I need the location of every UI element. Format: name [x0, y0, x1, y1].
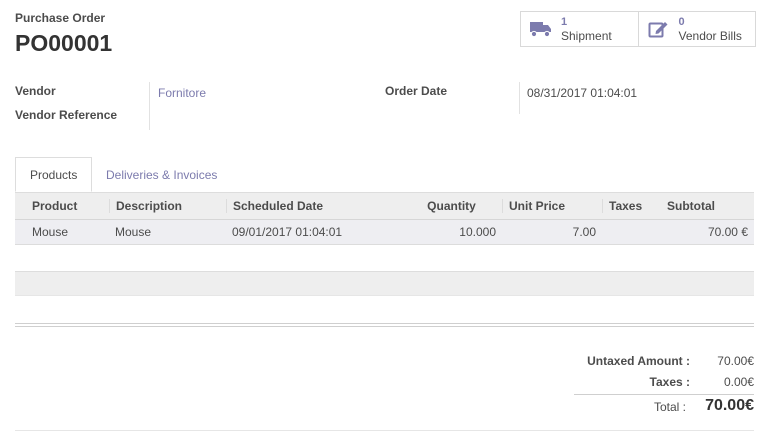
- order-date-label: Order Date: [385, 84, 448, 98]
- tab-deliveries-invoices[interactable]: Deliveries & Invoices: [92, 157, 231, 192]
- field-divider: [519, 82, 520, 114]
- totals-divider: [574, 394, 754, 395]
- shipment-count: 1: [561, 16, 568, 28]
- table-footer-bar: [15, 271, 754, 296]
- total-label: Total :: [654, 400, 687, 414]
- truck-icon: [529, 17, 553, 41]
- cell-unit-price: 7.00: [572, 225, 596, 239]
- vendor-reference-value[interactable]: [158, 110, 358, 124]
- order-lines-table: Product Description Scheduled Date Quant…: [15, 193, 754, 245]
- untaxed-amount-value: 70.00€: [717, 354, 754, 368]
- document-name: PO00001: [15, 30, 113, 56]
- smart-buttons: 1 Shipment 0 Vendor Bills: [520, 11, 756, 47]
- shipment-button[interactable]: 1 Shipment: [521, 12, 638, 46]
- column-header-product[interactable]: Product: [15, 199, 109, 213]
- column-header-unit-price[interactable]: Unit Price: [502, 199, 602, 213]
- vendor-bills-count: 0: [678, 16, 685, 28]
- column-header-description[interactable]: Description: [109, 199, 226, 213]
- field-divider: [149, 82, 150, 130]
- document-type-label: Purchase Order: [15, 11, 106, 25]
- cell-scheduled-date: 09/01/2017 01:04:01: [232, 225, 343, 239]
- column-header-subtotal[interactable]: Subtotal: [661, 199, 754, 213]
- section-separator: [15, 323, 754, 327]
- cell-product: Mouse: [32, 225, 69, 239]
- vendor-reference-label: Vendor Reference: [15, 108, 118, 122]
- vendor-bills-button[interactable]: 0 Vendor Bills: [637, 12, 756, 46]
- bottom-divider: [15, 430, 754, 431]
- column-header-taxes[interactable]: Taxes: [602, 199, 661, 213]
- column-header-scheduled-date[interactable]: Scheduled Date: [226, 199, 401, 213]
- table-header: Product Description Scheduled Date Quant…: [15, 193, 754, 220]
- untaxed-amount-label: Untaxed Amount :: [587, 354, 690, 368]
- cell-description: Mouse: [115, 225, 152, 239]
- total-value: 70.00€: [705, 397, 754, 414]
- vendor-bills-label: Vendor Bills: [678, 29, 742, 43]
- table-row[interactable]: Mouse Mouse 09/01/2017 01:04:01 10.000 7…: [15, 220, 754, 245]
- shipment-label: Shipment: [561, 29, 612, 43]
- cell-subtotal: 70.00 €: [707, 225, 748, 239]
- vendor-label: Vendor: [15, 84, 56, 98]
- edit-icon: [647, 17, 671, 41]
- cell-quantity: 10.000: [459, 225, 496, 239]
- vendor-value[interactable]: Fornitore: [158, 86, 206, 100]
- column-header-quantity[interactable]: Quantity: [401, 199, 502, 213]
- tab-products[interactable]: Products: [15, 157, 93, 192]
- taxes-label: Taxes :: [649, 375, 690, 389]
- order-date-value[interactable]: 08/31/2017 01:04:01: [527, 86, 637, 100]
- taxes-value: 0.00€: [723, 375, 754, 389]
